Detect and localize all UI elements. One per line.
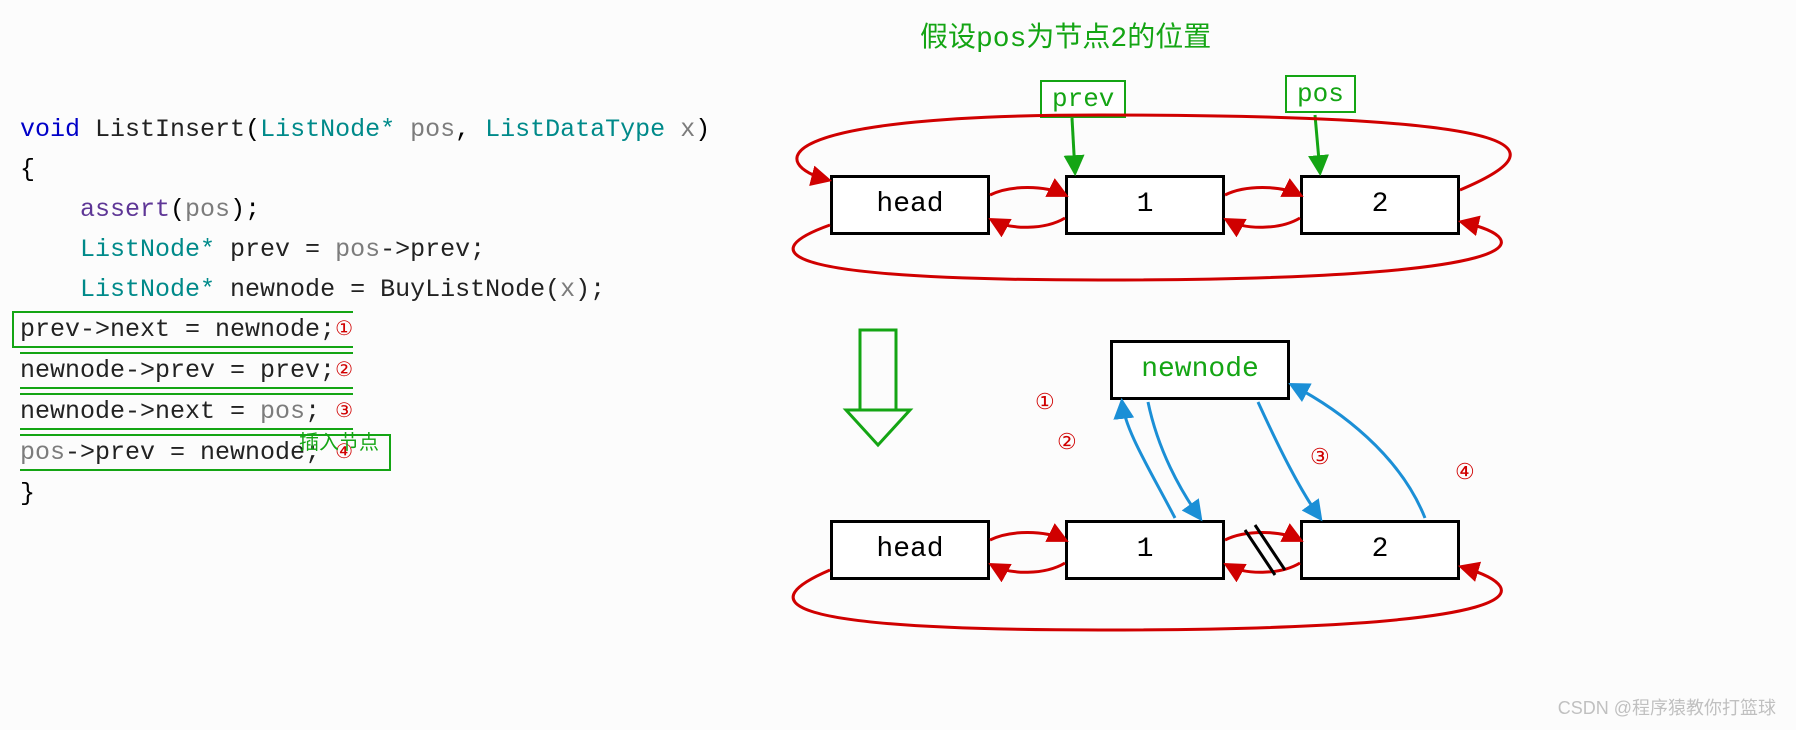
mark2: ② [1057, 430, 1077, 456]
param2: x [680, 115, 695, 144]
insert-steps-box: prev->next = newnode;① newnode->prev = p… [12, 311, 391, 471]
node-head-bot: head [830, 520, 990, 580]
prev-tag: prev [1040, 80, 1126, 118]
node-2-bot: 2 [1300, 520, 1460, 580]
step4b: ->prev = newnode; [65, 438, 320, 467]
code-block: void ListInsert(ListNode* pos, ListDataT… [20, 70, 710, 514]
step3a: newnode->next = [20, 397, 260, 426]
prev-rhs: ->prev; [380, 235, 485, 264]
diagram-title: 假设pos为节点2的位置 [920, 15, 1211, 55]
step4a: pos [20, 438, 65, 467]
arrow-prev-icon [1072, 118, 1075, 172]
new-assign: newnode = BuyListNode( [215, 275, 560, 304]
mark3: ③ [1310, 445, 1330, 471]
mark4: ④ [1455, 460, 1475, 486]
type4: ListNode* [80, 275, 215, 304]
type1: ListNode* [260, 115, 395, 144]
type3: ListNode* [80, 235, 215, 264]
node-head-top: head [830, 175, 990, 235]
node-2-top: 2 [1300, 175, 1460, 235]
x-ref: x [560, 275, 575, 304]
prev-assign: prev = [215, 235, 335, 264]
step3c: ; [305, 397, 320, 426]
num2: ② [335, 352, 353, 392]
pos-tag: pos [1285, 75, 1356, 113]
fn-name: ListInsert [95, 115, 245, 144]
param1: pos [410, 115, 455, 144]
kw-void: void [20, 115, 80, 144]
type2: ListDataType [485, 115, 665, 144]
arrow-pos-icon [1315, 115, 1320, 172]
newnode-label: newnode [1141, 354, 1259, 385]
call-assert: assert [80, 195, 170, 224]
step1: prev->next = newnode; [20, 315, 335, 344]
pos-ref: pos [335, 235, 380, 264]
down-arrow-icon [846, 330, 910, 445]
step2: newnode->prev = prev; [20, 356, 335, 385]
assert-arg: pos [185, 195, 230, 224]
node-1-top: 1 [1065, 175, 1225, 235]
node-1-bot: 1 [1065, 520, 1225, 580]
watermark: CSDN @程序猿教你打篮球 [1558, 694, 1776, 720]
step3b: pos [260, 397, 305, 426]
mark1: ① [1035, 390, 1055, 416]
new-close: ); [575, 275, 605, 304]
node-newnode: newnode [1110, 340, 1290, 400]
insert-note: 插入节点 [299, 425, 379, 465]
num1: ① [335, 311, 353, 351]
